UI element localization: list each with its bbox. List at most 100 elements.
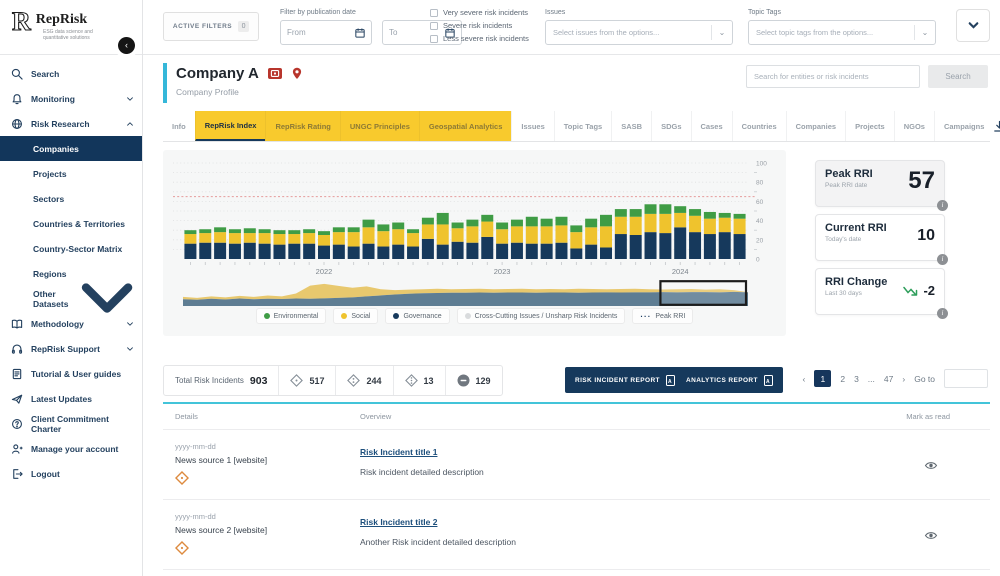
sidebar-item-reprisk-support[interactable]: RepRisk Support (0, 336, 142, 361)
risk-incident-report-button[interactable]: RISK INCIDENT REPORT A (565, 367, 685, 393)
risk-incident-link[interactable]: Risk Incident title 2 (360, 517, 437, 527)
chart-range-navigator[interactable] (183, 280, 748, 306)
tab-info[interactable]: Info (163, 111, 195, 141)
tab-reprisk-rating[interactable]: RepRisk Rating (265, 111, 339, 141)
rri-chart-panel: 202220232024020406080100 Environmental S… (163, 150, 786, 336)
page-ellipsis: ... (868, 374, 875, 384)
col-details: Details (175, 412, 198, 421)
info-icon[interactable]: i (937, 254, 948, 265)
tab-reprisk-index[interactable]: RepRisk Index (195, 111, 266, 141)
goto-page-input[interactable] (944, 369, 988, 388)
search-icon (11, 68, 23, 80)
location-pin-icon[interactable] (291, 67, 303, 80)
unsharp-count[interactable]: 129 (445, 366, 502, 395)
sidebar-menu: Search Monitoring Risk Research Companie… (0, 55, 142, 486)
legend-cross-cutting[interactable]: Cross-Cutting Issues / Unsharp Risk Inci… (457, 308, 626, 324)
next-page-chevron-icon[interactable]: › (902, 374, 905, 384)
tab-topic-tags[interactable]: Topic Tags (554, 111, 611, 141)
svg-text:60: 60 (756, 199, 764, 206)
tab-cases[interactable]: Cases (691, 111, 732, 141)
entity-search-button[interactable]: Search (928, 65, 988, 88)
file-icon: A (764, 375, 773, 386)
legend-dot-cross-cutting (465, 313, 471, 319)
rri-change-value: -2 (923, 283, 935, 298)
person-icon (11, 443, 23, 455)
severity-3-count[interactable]: 13 (393, 366, 445, 395)
sidebar-item-country-sector-matrix[interactable]: Country-Sector Matrix (0, 236, 142, 261)
tab-projects[interactable]: Projects (845, 111, 894, 141)
brand-tagline: ESG data science andquantitative solutio… (43, 29, 132, 41)
checkbox-severe[interactable]: Severe risk incidents (430, 21, 529, 30)
download-icon[interactable] (993, 120, 1000, 133)
info-icon[interactable]: i (937, 308, 948, 319)
sidebar-item-countries-territories[interactable]: Countries & Territories (0, 211, 142, 236)
legend-governance[interactable]: Governance (385, 308, 449, 324)
tab-geospatial-analytics[interactable]: Geospatial Analytics (419, 111, 512, 141)
mark-as-read-eye-icon[interactable] (924, 528, 938, 546)
tab-sasb[interactable]: SASB (611, 111, 651, 141)
col-mark-as-read: Mark as read (906, 412, 950, 421)
page-3[interactable]: 3 (854, 374, 859, 384)
svg-text:0: 0 (756, 257, 760, 264)
svg-text:2023: 2023 (494, 267, 511, 276)
risk-incident-link[interactable]: Risk Incident title 1 (360, 447, 437, 457)
analytics-report-button[interactable]: ANALYTICS REPORT A (676, 367, 783, 393)
tab-campaigns[interactable]: Campaigns (934, 111, 993, 141)
checkbox-icon (430, 22, 438, 30)
sidebar-item-tutorial-user-guides[interactable]: Tutorial & User guides (0, 361, 142, 386)
entity-search-input[interactable]: Search for entities or risk incidents (746, 65, 920, 88)
tab-sdgs[interactable]: SDGs (651, 111, 690, 141)
headset-icon (11, 343, 23, 355)
sidebar-item-monitoring[interactable]: Monitoring (0, 86, 142, 111)
globe-icon (11, 118, 23, 130)
chevron-down-icon (126, 95, 134, 103)
legend-dot-social (341, 313, 347, 319)
prev-page-chevron-icon[interactable]: ‹ (802, 374, 805, 384)
checkbox-less-severe[interactable]: Less severe risk incidents (430, 34, 529, 43)
sidebar-item-manage-account[interactable]: Manage your account (0, 436, 142, 461)
legend-social[interactable]: Social (333, 308, 378, 324)
tab-ngos[interactable]: NGOs (894, 111, 934, 141)
sidebar-item-risk-research[interactable]: Risk Research (0, 111, 142, 136)
sidebar-collapse-button[interactable]: ‹ (118, 37, 135, 54)
peak-rri-card: Peak RRI Peak RRI date 57 i (815, 160, 945, 207)
current-rri-card: Current RRI Today's date 10 i (815, 214, 945, 261)
date-from-input[interactable]: From (280, 20, 372, 45)
current-rri-value: 10 (917, 227, 935, 245)
expand-filters-button[interactable] (956, 9, 990, 42)
sidebar-item-latest-updates[interactable]: Latest Updates (0, 386, 142, 411)
sidebar-item-companies[interactable]: Companies (0, 136, 142, 161)
legend-peak-rri[interactable]: Peak RRI (632, 308, 693, 324)
sidebar-item-sectors[interactable]: Sectors (0, 186, 142, 211)
severity-2-count[interactable]: 244 (335, 366, 392, 395)
svg-text:40: 40 (756, 218, 764, 225)
tab-ungc-principles[interactable]: UNGC Principles (340, 111, 419, 141)
svg-text:100: 100 (756, 161, 767, 168)
issues-select[interactable]: Select issues from the options... ⌄ (545, 20, 733, 45)
sidebar-item-search[interactable]: Search (0, 61, 142, 86)
legend-environmental[interactable]: Environmental (256, 308, 327, 324)
tab-companies[interactable]: Companies (786, 111, 845, 141)
rri-stacked-bar-chart[interactable]: 202220232024020406080100 (169, 158, 780, 276)
severity-1-count[interactable]: 517 (278, 366, 335, 395)
issues-label: Issues (545, 9, 565, 16)
mark-as-read-eye-icon[interactable] (924, 458, 938, 476)
info-icon[interactable]: i (937, 200, 948, 211)
sidebar-item-client-commitment-charter[interactable]: Client Commitment Charter (0, 411, 142, 436)
tab-issues[interactable]: Issues (511, 111, 553, 141)
tab-countries[interactable]: Countries (732, 111, 786, 141)
page-1[interactable]: 1 (814, 370, 831, 387)
topic-tags-select[interactable]: Select topic tags from the options... ⌄ (748, 20, 936, 45)
sidebar-item-other-datasets[interactable]: Other Datasets (0, 286, 142, 311)
sidebar-item-logout[interactable]: Logout (0, 461, 142, 486)
media-icon[interactable] (268, 68, 282, 80)
table-row: yyyy-mm-dd News source 2 [website] Risk … (163, 500, 990, 570)
severity-1-diamond-icon (175, 541, 189, 560)
chevron-down-icon (967, 19, 980, 32)
page-2[interactable]: 2 (840, 374, 845, 384)
checkbox-very-severe[interactable]: Very severe risk incidents (430, 8, 529, 17)
svg-text:A: A (766, 378, 770, 384)
sidebar-item-projects[interactable]: Projects (0, 161, 142, 186)
page-47[interactable]: 47 (884, 374, 893, 384)
active-filters-button[interactable]: ACTIVE FILTERS 0 (163, 12, 259, 41)
